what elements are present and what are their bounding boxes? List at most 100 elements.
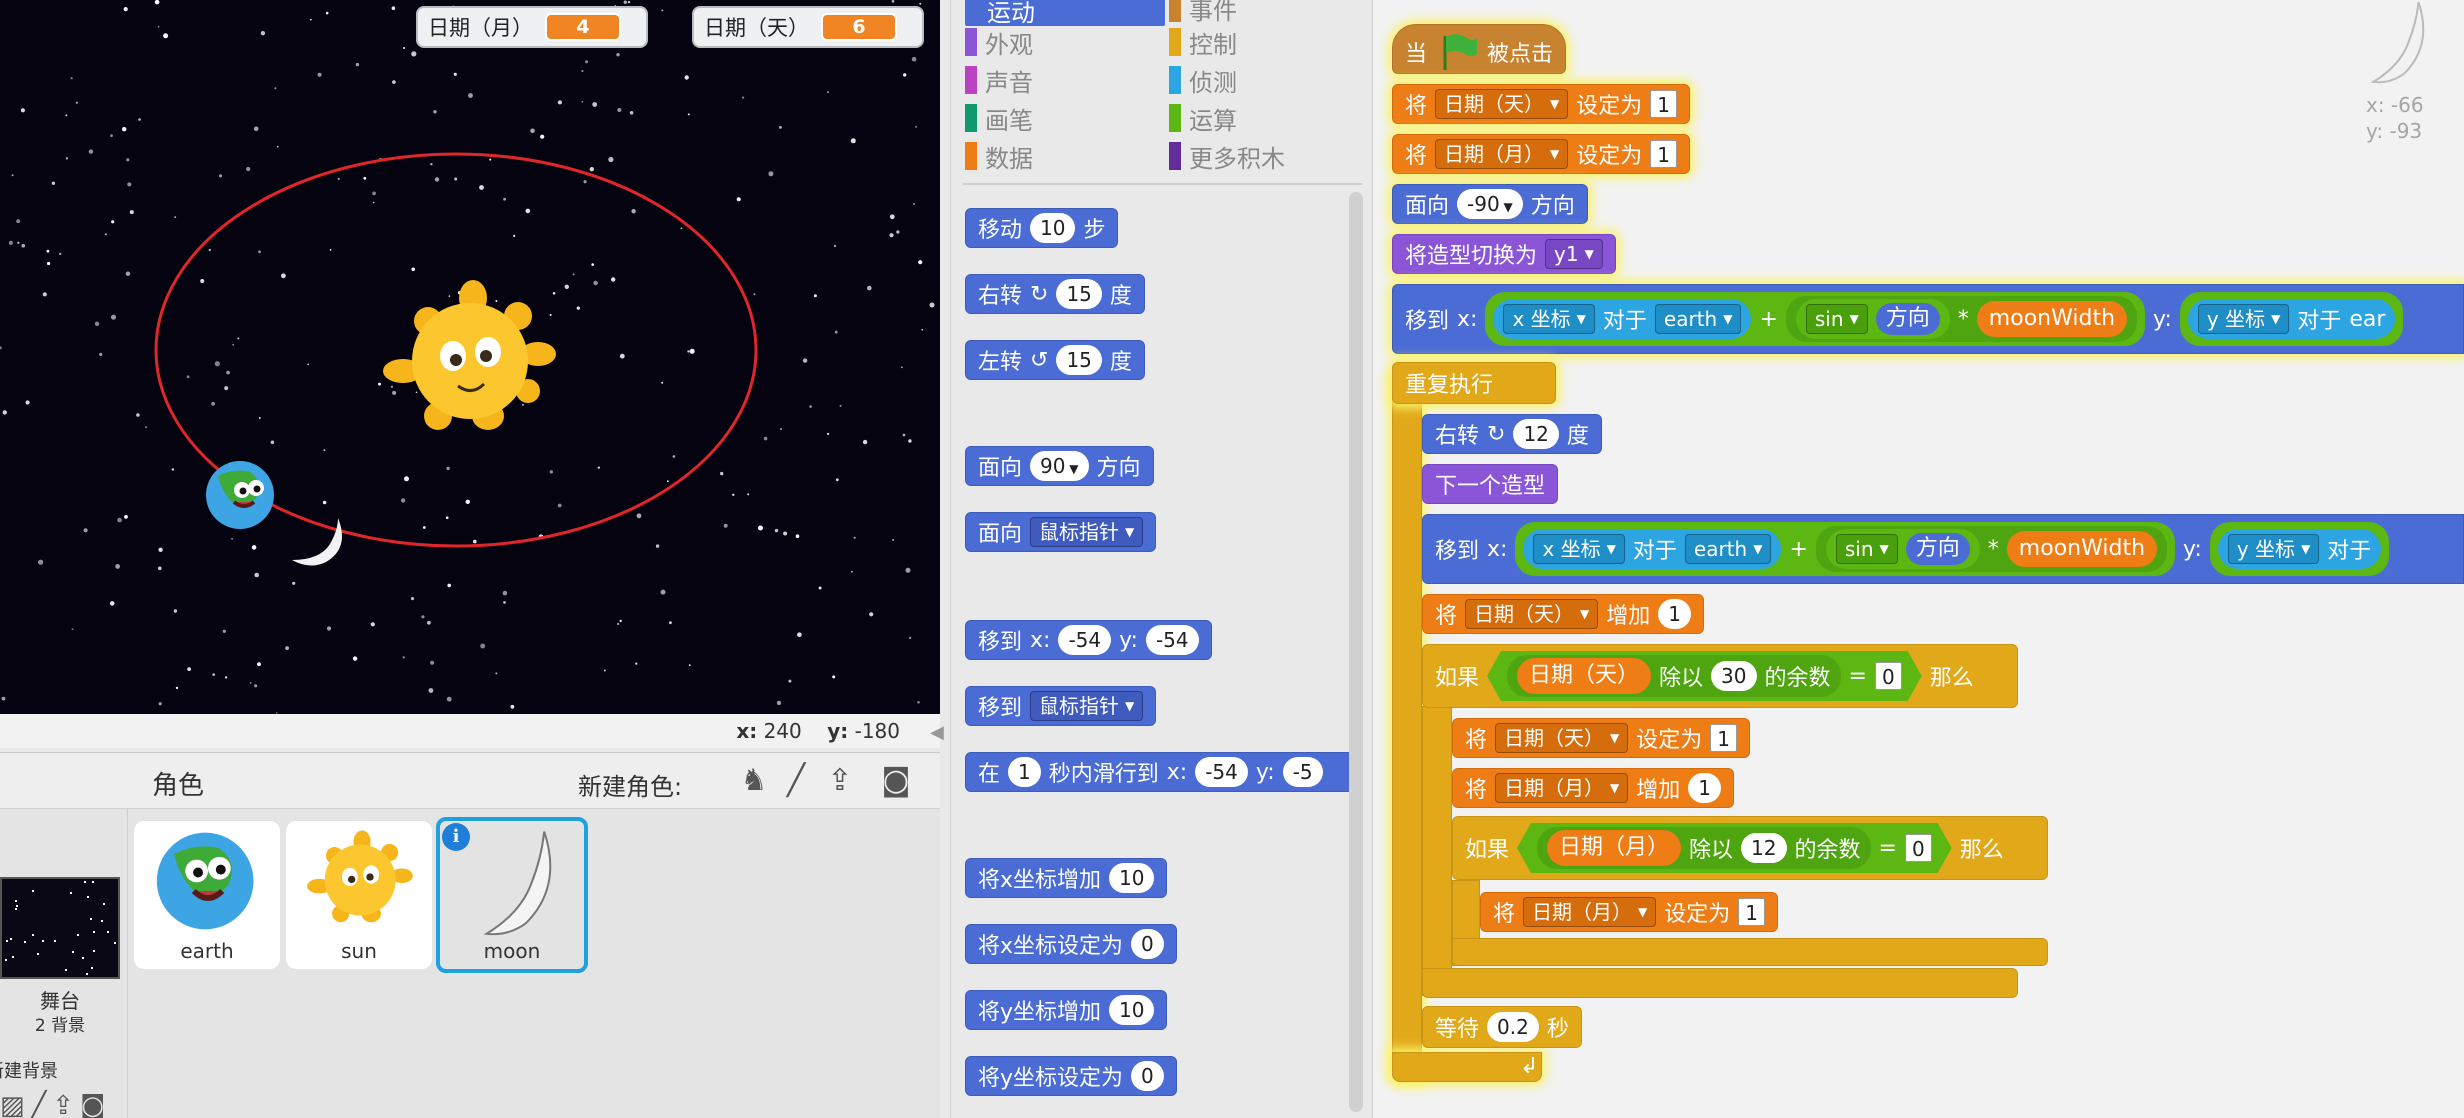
direction-reporter[interactable]: 方向 (1875, 303, 1940, 335)
y-expression[interactable]: y 坐标 ▼ 对于 ear (2179, 292, 2404, 346)
palette-scrollbar[interactable] (1349, 192, 1363, 1112)
sin-times-reporter-2[interactable]: sin ▼ 方向 * moonWidth (1815, 526, 2168, 572)
collapse-arrow-icon[interactable]: ◀ (930, 722, 944, 744)
palette-goto-target-block[interactable]: 移到 鼠标指针 ▼ (965, 686, 1157, 726)
set-day-value-input[interactable]: 1 (1650, 90, 1677, 118)
camera-sprite-icon[interactable]: ◙ (878, 763, 914, 799)
x-attribute-dropdown-2[interactable]: x 坐标 ▼ (1533, 534, 1625, 564)
glide-x-input[interactable]: -54 (1195, 757, 1248, 787)
wait-block[interactable]: 等待 0.2 秒 (1422, 1006, 1582, 1048)
goto-block-1[interactable]: 移到 x: x 坐标 ▼ 对于 earth ▼ + sin ▼ 方向 * moonWi… (1392, 284, 2464, 354)
change-y-input[interactable]: 10 (1109, 995, 1155, 1025)
day-mod-input[interactable]: 30 (1711, 661, 1756, 691)
sin-times-reporter[interactable]: sin ▼ 方向 * moonWidth (1785, 296, 2138, 342)
set-day-block-2[interactable]: 将 日期（天） ▼ 设定为 1 (1452, 718, 1750, 758)
category-sensing[interactable]: 侦测 (1169, 64, 1237, 97)
y-of-earth-reporter-2[interactable]: y 坐标 ▼ 对于 (2217, 529, 2382, 569)
palette-point-towards-block[interactable]: 面向 鼠标指针 ▼ (965, 512, 1157, 552)
move-steps-input[interactable]: 10 (1030, 213, 1076, 243)
if-outer-bottom[interactable] (1422, 968, 2018, 998)
set-x-input[interactable]: 0 (1131, 929, 1164, 959)
set-y-input[interactable]: 0 (1131, 1061, 1164, 1091)
category-operators[interactable]: 运算 (1169, 102, 1237, 135)
change-day-block[interactable]: 将 日期（天） ▼ 增加 1 (1422, 594, 1704, 634)
category-data[interactable]: 数据 (965, 140, 1033, 173)
set-month-block-2[interactable]: 将 日期（月） ▼ 设定为 1 (1480, 892, 1778, 932)
x-attribute-dropdown[interactable]: x 坐标 ▼ (1503, 304, 1595, 334)
set-day2-value-input[interactable]: 1 (1710, 724, 1737, 752)
change-day-value-input[interactable]: 1 (1658, 599, 1691, 629)
change-x-input[interactable]: 10 (1109, 863, 1155, 893)
earth-sprite[interactable] (204, 458, 280, 532)
sprite-tile-earth[interactable]: earth (134, 821, 280, 969)
info-icon[interactable]: i (442, 823, 470, 851)
month-mod-input[interactable]: 12 (1741, 833, 1786, 863)
costume-dropdown[interactable]: y1 ▼ (1545, 239, 1603, 269)
when-flag-clicked-hat[interactable]: 当 被点击 (1392, 24, 1567, 74)
sun-sprite[interactable] (378, 276, 558, 436)
palette-set-x-block[interactable]: 将x坐标设定为 0 (965, 924, 1177, 964)
category-events[interactable]: 事件 (1169, 0, 1237, 25)
point-direction-block[interactable]: 面向 -90 ▼ 方向 (1392, 184, 1588, 224)
backdrop-tools[interactable]: ▨╱⇪◙ (0, 1091, 111, 1118)
glide-seconds-input[interactable]: 1 (1008, 757, 1041, 787)
paint-sprite-icon[interactable]: ╱ (778, 763, 814, 799)
change-month-variable-dropdown[interactable]: 日期（月） ▼ (1495, 773, 1629, 803)
x-of-earth-reporter[interactable]: x 坐标 ▼ 对于 earth ▼ (1493, 299, 1752, 339)
next-costume-block[interactable]: 下一个造型 (1422, 464, 1559, 504)
set-day-block[interactable]: 将 日期（天） ▼ 设定为 1 (1392, 84, 1690, 124)
moonwidth-reporter-2[interactable]: moonWidth (2006, 531, 2158, 567)
switch-costume-block[interactable]: 将造型切换为 y1 ▼ (1392, 234, 1616, 274)
forever-block[interactable]: 重复执行 (1392, 362, 1556, 404)
category-more-blocks[interactable]: 更多积木 (1169, 140, 1285, 173)
y-expression-2[interactable]: y 坐标 ▼ 对于 (2209, 522, 2390, 576)
palette-turn-right-block[interactable]: 右转 ↻ 15 度 (965, 274, 1145, 314)
set-month-block[interactable]: 将 日期（月） ▼ 设定为 1 (1392, 134, 1690, 174)
goto-y-input[interactable]: -54 (1145, 625, 1199, 655)
palette-change-y-block[interactable]: 将y坐标增加 10 (965, 990, 1168, 1030)
category-control[interactable]: 控制 (1169, 26, 1237, 59)
math-function-dropdown-2[interactable]: sin ▼ (1835, 534, 1898, 564)
if-day-block[interactable]: 如果 日期（天） 除以 30 的余数 = 0 那么 (1422, 644, 2018, 708)
wait-seconds-input[interactable]: 0.2 (1487, 1012, 1539, 1042)
day-variable-reporter[interactable]: 日期（天） (1517, 658, 1651, 694)
y-of-earth-reporter[interactable]: y 坐标 ▼ 对于 ear (2187, 299, 2396, 339)
palette-point-direction-block[interactable]: 面向 90 ▼ 方向 (965, 446, 1154, 486)
goto-block-2[interactable]: 移到 x: x 坐标 ▼ 对于 earth ▼ + sin ▼ 方向 * moonWi… (1422, 514, 2464, 584)
change-month-block[interactable]: 将 日期（月） ▼ 增加 1 (1452, 768, 1734, 808)
stage-thumbnail[interactable] (0, 877, 120, 979)
if-month-block[interactable]: 如果 日期（月） 除以 12 的余数 = 0 那么 (1452, 816, 2048, 880)
direction-dropdown[interactable]: 90 ▼ (1030, 451, 1089, 481)
palette-glide-block[interactable]: 在 1 秒内滑行到 x: -54 y: -5 (965, 752, 1357, 792)
palette-goto-xy-block[interactable]: 移到 x: -54 y: -54 (965, 620, 1212, 660)
month-equals-condition[interactable]: 日期（月） 除以 12 的余数 = 0 (1517, 823, 1952, 873)
turn-degrees-input[interactable]: 12 (1513, 419, 1559, 449)
set-month2-variable-dropdown[interactable]: 日期（月） ▼ (1523, 897, 1657, 927)
category-pen[interactable]: 画笔 (965, 102, 1033, 135)
goto-target-dropdown[interactable]: 鼠标指针 ▼ (1030, 691, 1144, 721)
day-mod-reporter[interactable]: 日期（天） 除以 30 的余数 (1507, 655, 1841, 697)
palette-turn-left-block[interactable]: 左转 ↺ 15 度 (965, 340, 1145, 380)
turn-right-block[interactable]: 右转 ↻ 12 度 (1422, 414, 1602, 454)
if-outer-arm[interactable] (1422, 706, 1452, 996)
x-object-dropdown[interactable]: earth ▼ (1654, 304, 1742, 334)
category-sound[interactable]: 声音 (965, 64, 1033, 97)
set-month2-value-input[interactable]: 1 (1738, 898, 1765, 926)
set-day-variable-dropdown[interactable]: 日期（天） ▼ (1435, 89, 1569, 119)
day-equals-condition[interactable]: 日期（天） 除以 30 的余数 = 0 (1487, 651, 1922, 701)
moon-sprite[interactable] (286, 514, 350, 570)
goto-x-input[interactable]: -54 (1058, 625, 1112, 655)
if-inner-bottom[interactable] (1452, 938, 2048, 966)
sprite-tile-sun[interactable]: sun (286, 821, 432, 969)
x-of-earth-reporter-2[interactable]: x 坐标 ▼ 对于 earth ▼ (1523, 529, 1782, 569)
change-month-value-input[interactable]: 1 (1688, 773, 1721, 803)
day-equals-value-input[interactable]: 0 (1875, 662, 1902, 690)
point-direction-dropdown[interactable]: -90 ▼ (1457, 189, 1523, 219)
x-expression-2[interactable]: x 坐标 ▼ 对于 earth ▼ + sin ▼ 方向 * moonWidth (1515, 522, 2176, 576)
x-expression[interactable]: x 坐标 ▼ 对于 earth ▼ + sin ▼ 方向 * moonWidth (1485, 292, 2146, 346)
moonwidth-reporter[interactable]: moonWidth (1976, 301, 2128, 337)
palette-change-x-block[interactable]: 将x坐标增加 10 (965, 858, 1168, 898)
upload-sprite-icon[interactable]: ⇪ (822, 763, 858, 799)
choose-sprite-library-icon[interactable]: ♞ (736, 763, 772, 799)
direction-reporter-2[interactable]: 方向 (1905, 533, 1970, 565)
